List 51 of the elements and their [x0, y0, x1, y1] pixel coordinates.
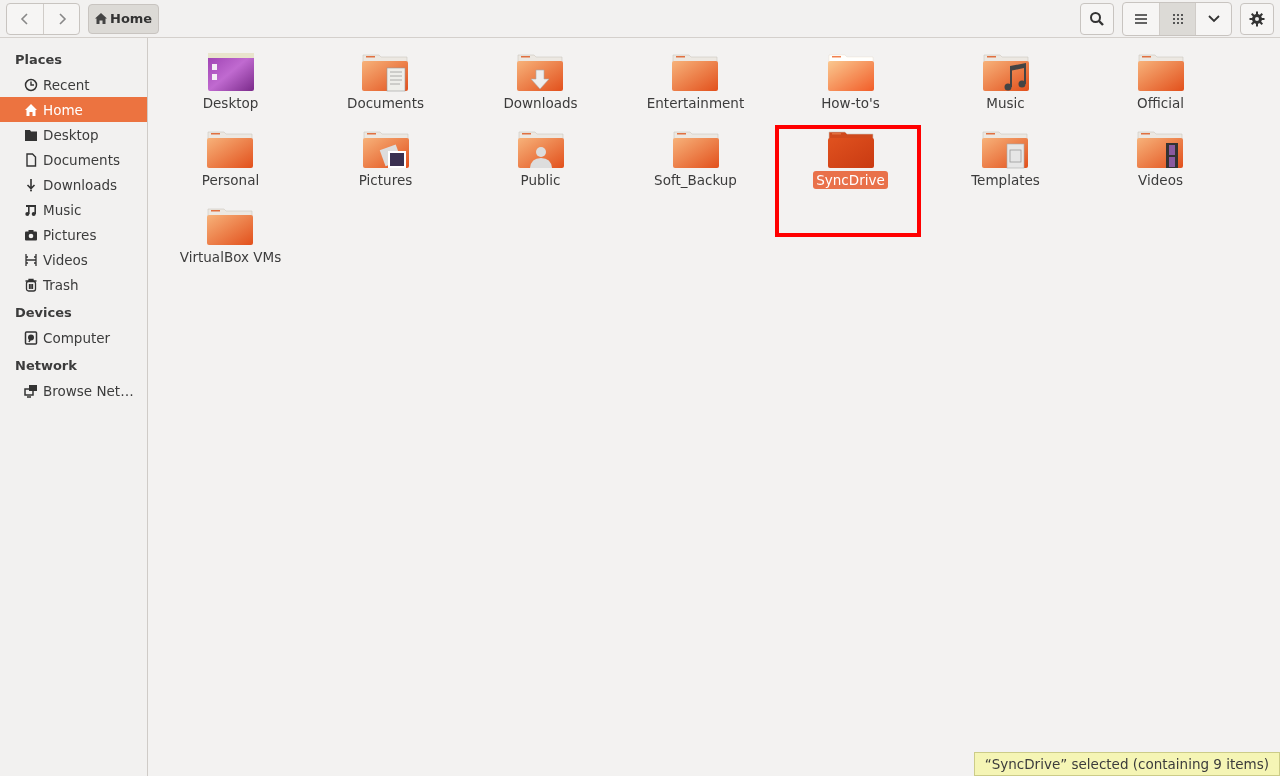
download-icon: [24, 177, 38, 192]
sidebar-item[interactable]: Videos: [0, 247, 147, 272]
sidebar-heading: Devices: [14, 304, 73, 322]
folder-item[interactable]: Public: [516, 129, 565, 206]
folder-item[interactable]: Downloads: [500, 52, 581, 129]
chevron-down-icon: [1207, 14, 1220, 23]
desktop-icon: [24, 127, 38, 142]
chevron-right-icon: [56, 11, 67, 26]
folder-item[interactable]: Soft_Backup: [651, 129, 740, 206]
sidebar-item[interactable]: Desktop: [0, 122, 147, 147]
recent-icon: [24, 77, 38, 92]
music-icon: [24, 202, 38, 217]
home-icon: [24, 102, 38, 117]
folder-item[interactable]: Desktop: [199, 52, 262, 129]
folder-item[interactable]: Music: [981, 52, 1030, 129]
sidebar-heading: Network: [14, 357, 78, 375]
folder-item[interactable]: Documents: [344, 52, 427, 129]
folder-item[interactable]: Official: [1134, 52, 1187, 129]
sidebar-heading: Places: [14, 51, 64, 69]
trash-icon: [24, 277, 38, 292]
drive-icon: [24, 330, 38, 345]
sidebar-item[interactable]: Trash: [0, 272, 147, 297]
film-icon: [24, 252, 38, 267]
grid-view-button[interactable]: [1159, 2, 1195, 35]
settings-icon: [1249, 10, 1265, 27]
folder-item[interactable]: Pictures: [355, 129, 416, 206]
home-icon: [95, 13, 107, 24]
search-button[interactable]: [1080, 2, 1114, 35]
sidebar-item[interactable]: Downloads: [0, 172, 147, 197]
folder-item[interactable]: Templates: [968, 129, 1043, 206]
status-tooltip: “SyncDrive” selected (containing 9 items): [973, 752, 1280, 776]
path-button[interactable]: Home: [88, 3, 160, 34]
sidebar-item[interactable]: Browse Net…: [0, 378, 147, 403]
camera-icon: [24, 227, 38, 242]
sidebar-item[interactable]: Computer: [0, 325, 147, 350]
folder-item[interactable]: VirtualBox VMs: [176, 206, 285, 283]
settings-button[interactable]: [1240, 2, 1274, 35]
search-icon: [1089, 10, 1105, 27]
network-icon: [24, 383, 38, 398]
document-icon: [24, 152, 38, 167]
grid-icon: [1172, 13, 1183, 24]
folder-item[interactable]: Videos: [1135, 129, 1186, 206]
sidebar-item[interactable]: Documents: [0, 147, 147, 172]
folder-item[interactable]: Entertainment: [643, 52, 748, 129]
sidebar-item[interactable]: Music: [0, 197, 147, 222]
sidebar-item[interactable]: Recent: [0, 72, 147, 97]
list-icon: [1135, 13, 1147, 24]
sidebar-item[interactable]: Pictures: [0, 222, 147, 247]
folder-item[interactable]: Personal: [198, 129, 263, 206]
chevron-left-icon: [20, 11, 30, 26]
folder-item[interactable]: How-to's: [818, 52, 883, 129]
